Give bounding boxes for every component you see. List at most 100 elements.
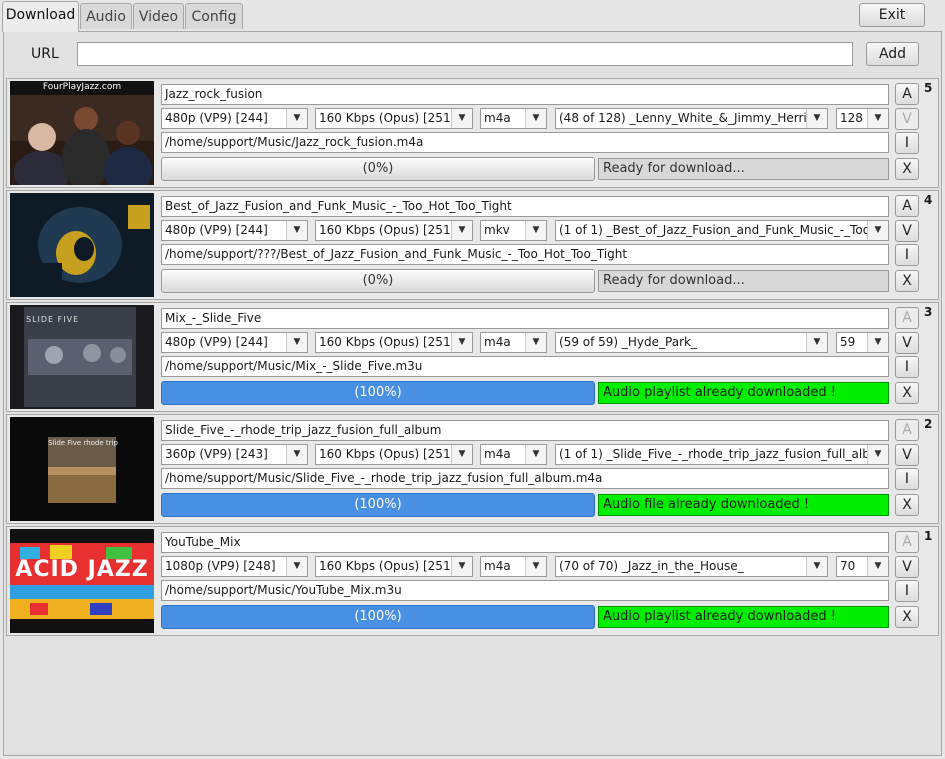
container-select[interactable]: m4a ▼ — [480, 108, 547, 129]
video-format-select[interactable]: 480p (VP9) [244] ▼ — [161, 220, 308, 241]
chevron-down-icon: ▼ — [286, 333, 307, 352]
chevron-down-icon: ▼ — [867, 221, 888, 240]
move-up-button[interactable]: A — [895, 83, 919, 105]
tab-bar: Download Audio Video Config Exit — [0, 0, 945, 32]
tab-video[interactable]: Video — [133, 3, 184, 29]
move-up-button[interactable]: A — [895, 419, 919, 441]
title-field[interactable]: YouTube_Mix — [161, 532, 889, 553]
remove-button[interactable]: X — [895, 606, 919, 628]
path-field[interactable]: /home/support/???/Best_of_Jazz_Fusion_an… — [161, 244, 889, 265]
thumbnail: Slide Five rhode trip — [10, 417, 154, 521]
move-up-button[interactable]: A — [895, 531, 919, 553]
path-field[interactable]: /home/support/Music/Jazz_rock_fusion.m4a — [161, 132, 889, 153]
thumbnail-caption: FourPlayJazz.com — [42, 82, 122, 92]
chevron-down-icon: ▼ — [451, 109, 472, 128]
video-format-select[interactable]: 480p (VP9) [244] ▼ — [161, 332, 308, 353]
audio-format-select[interactable]: 160 Kbps (Opus) [251] ▼ — [315, 220, 473, 241]
audio-format-select[interactable]: 160 Kbps (Opus) [251] ▼ — [315, 108, 473, 129]
move-down-button[interactable]: V — [895, 556, 919, 578]
tab-config[interactable]: Config — [185, 3, 243, 29]
info-button[interactable]: I — [895, 356, 919, 378]
thumbnail-caption: ACID JAZZ — [15, 557, 149, 582]
chevron-down-icon: ▼ — [806, 557, 827, 576]
info-button[interactable]: I — [895, 468, 919, 490]
chevron-down-icon: ▼ — [867, 557, 888, 576]
container-select[interactable]: m4a ▼ — [480, 444, 547, 465]
chevron-down-icon: ▼ — [286, 221, 307, 240]
video-format-select[interactable]: 360p (VP9) [243] ▼ — [161, 444, 308, 465]
progress-bar: (0%) — [161, 269, 595, 293]
info-button[interactable]: I — [895, 244, 919, 266]
add-button[interactable]: Add — [866, 42, 919, 66]
move-up-button[interactable]: A — [895, 307, 919, 329]
item-number: 1 — [924, 529, 933, 543]
playlist-entry-select[interactable]: (59 of 59) _Hyde_Park_ ▼ — [555, 332, 828, 353]
audio-format-select[interactable]: 160 Kbps (Opus) [251] ▼ — [315, 444, 473, 465]
url-label: URL — [31, 46, 59, 62]
title-field[interactable]: Mix_-_Slide_Five — [161, 308, 889, 329]
move-down-button[interactable]: V — [895, 108, 919, 130]
status-field: Audio playlist already downloaded ! — [598, 606, 889, 628]
container-select[interactable]: m4a ▼ — [480, 332, 547, 353]
url-input[interactable] — [77, 42, 853, 66]
video-format-select[interactable]: 480p (VP9) [244] ▼ — [161, 108, 308, 129]
move-down-button[interactable]: V — [895, 220, 919, 242]
move-down-button[interactable]: V — [895, 444, 919, 466]
title-field[interactable]: Slide_Five_-_rhode_trip_jazz_fusion_full… — [161, 420, 889, 441]
chevron-down-icon: ▼ — [525, 109, 546, 128]
chevron-down-icon: ▼ — [286, 109, 307, 128]
playlist-entry-select[interactable]: (70 of 70) _Jazz_in_the_House_ ▼ — [555, 556, 828, 577]
chevron-down-icon: ▼ — [286, 445, 307, 464]
tab-download[interactable]: Download — [2, 1, 79, 32]
move-up-button[interactable]: A — [895, 195, 919, 217]
chevron-down-icon: ▼ — [867, 445, 888, 464]
audio-format-select[interactable]: 160 Kbps (Opus) [251] ▼ — [315, 556, 473, 577]
remove-button[interactable]: X — [895, 494, 919, 516]
item-number: 5 — [924, 81, 933, 95]
playlist-entry-select[interactable]: (48 of 128) _Lenny_White_&_Jimmy_Herring… — [555, 108, 828, 129]
chevron-down-icon: ▼ — [525, 445, 546, 464]
video-format-select[interactable]: 1080p (VP9) [248] ▼ — [161, 556, 308, 577]
chevron-down-icon: ▼ — [451, 221, 472, 240]
exit-button[interactable]: Exit — [859, 3, 925, 27]
download-item: ACID JAZZ YouTube_Mix 1080p (VP9) [248] ▼… — [6, 526, 939, 636]
title-field[interactable]: Jazz_rock_fusion — [161, 84, 889, 105]
title-field[interactable]: Best_of_Jazz_Fusion_and_Funk_Music_-_Too… — [161, 196, 889, 217]
path-field[interactable]: /home/support/Music/YouTube_Mix.m3u — [161, 580, 889, 601]
thumbnail: FourPlayJazz.com — [10, 81, 154, 185]
progress-bar: (100%) — [161, 381, 595, 405]
info-button[interactable]: I — [895, 132, 919, 154]
container-select[interactable]: mkv ▼ — [480, 220, 547, 241]
remove-button[interactable]: X — [895, 270, 919, 292]
remove-button[interactable]: X — [895, 382, 919, 404]
download-item: Best_of_Jazz_Fusion_and_Funk_Music_-_Too… — [6, 190, 939, 300]
status-field: Audio playlist already downloaded ! — [598, 382, 889, 404]
thumbnail: SLIDE FIVE — [10, 305, 154, 409]
thumbnail — [10, 193, 154, 297]
playlist-count-select[interactable]: 59 ▼ — [836, 332, 889, 353]
download-item: Slide Five rhode trip Slide_Five_-_rhode… — [6, 414, 939, 524]
playlist-count-select[interactable]: 70 ▼ — [836, 556, 889, 577]
chevron-down-icon: ▼ — [525, 333, 546, 352]
path-field[interactable]: /home/support/Music/Slide_Five_-_rhode_t… — [161, 468, 889, 489]
audio-format-select[interactable]: 160 Kbps (Opus) [251] ▼ — [315, 332, 473, 353]
status-field: Ready for download... — [598, 270, 889, 292]
playlist-count-select[interactable]: 128 ▼ — [836, 108, 889, 129]
chevron-down-icon: ▼ — [806, 333, 827, 352]
chevron-down-icon: ▼ — [451, 557, 472, 576]
playlist-entry-select[interactable]: (1 of 1) _Slide_Five_-_rhode_trip_jazz_f… — [555, 444, 889, 465]
path-field[interactable]: /home/support/Music/Mix_-_Slide_Five.m3u — [161, 356, 889, 377]
move-down-button[interactable]: V — [895, 332, 919, 354]
chevron-down-icon: ▼ — [867, 333, 888, 352]
progress-bar: (100%) — [161, 605, 595, 629]
thumbnail-caption: Slide Five rhode trip — [48, 439, 118, 447]
item-number: 4 — [924, 193, 933, 207]
remove-button[interactable]: X — [895, 158, 919, 180]
playlist-entry-select[interactable]: (1 of 1) _Best_of_Jazz_Fusion_and_Funk_M… — [555, 220, 889, 241]
chevron-down-icon: ▼ — [867, 109, 888, 128]
chevron-down-icon: ▼ — [286, 557, 307, 576]
status-field: Ready for download... — [598, 158, 889, 180]
tab-audio[interactable]: Audio — [80, 3, 132, 29]
container-select[interactable]: m4a ▼ — [480, 556, 547, 577]
info-button[interactable]: I — [895, 580, 919, 602]
